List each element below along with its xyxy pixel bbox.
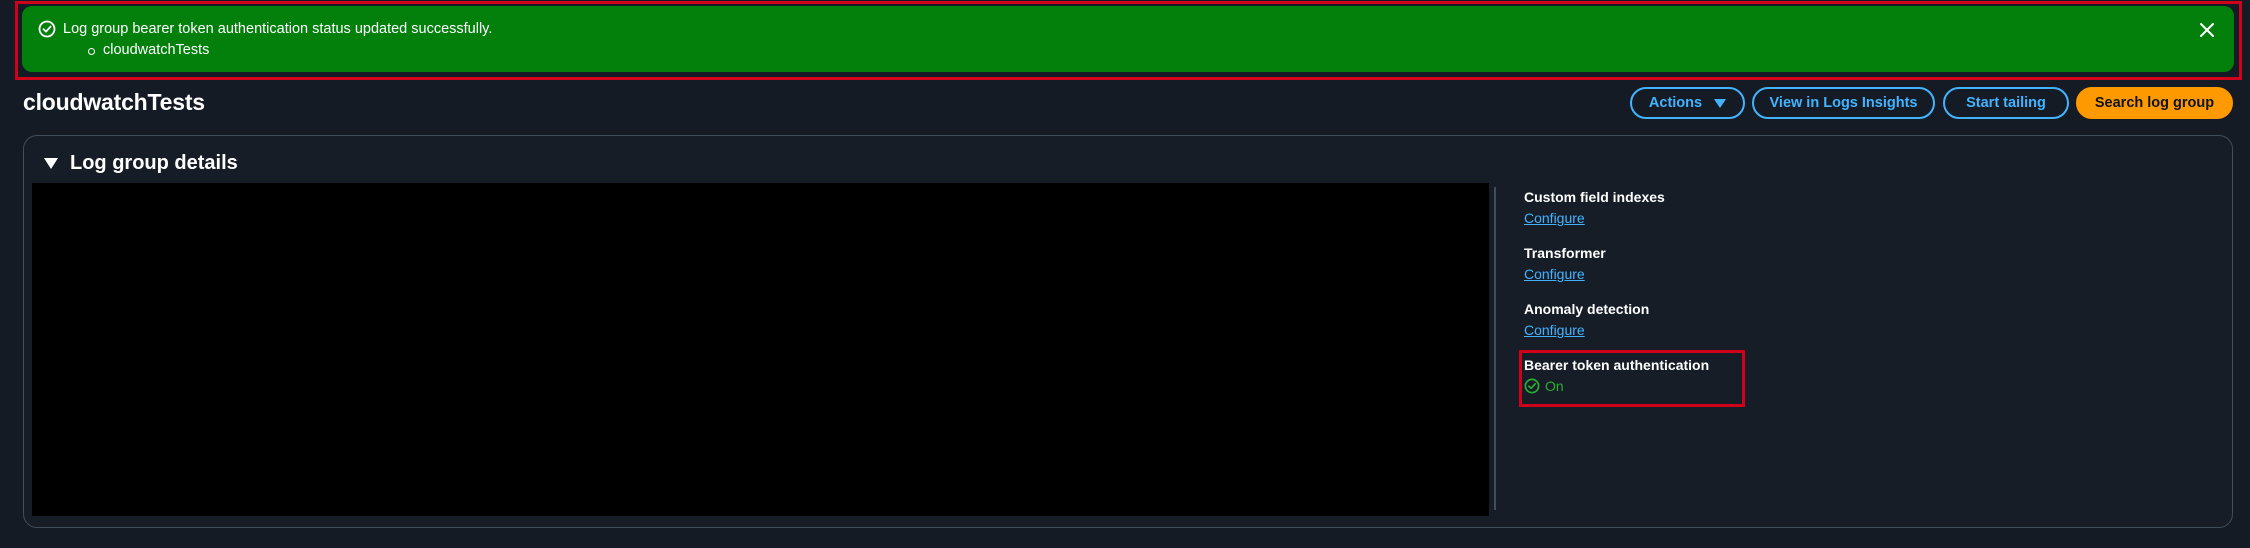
caret-down-icon: [1714, 98, 1727, 108]
actions-dropdown-button[interactable]: Actions: [1630, 87, 1745, 119]
bearer-token-authentication-field: Bearer token authentication On: [1524, 357, 1709, 394]
status-indicator: On: [1524, 378, 1709, 394]
column-divider: [1494, 187, 1496, 510]
page-title: cloudwatchTests: [23, 89, 205, 115]
configure-transformer-link[interactable]: Configure: [1524, 266, 1606, 282]
status-text: On: [1545, 378, 1564, 394]
configure-anomaly-detection-link[interactable]: Configure: [1524, 322, 1649, 338]
success-flashbar: Log group bearer token authentication st…: [22, 6, 2234, 72]
field-label: Anomaly detection: [1524, 301, 1650, 317]
flash-message: Log group bearer token authentication st…: [63, 21, 493, 37]
caret-down-icon: [44, 158, 58, 169]
field-label: Transformer: [1524, 245, 1606, 261]
field-label: Custom field indexes: [1524, 189, 1665, 205]
success-check-icon: [38, 20, 56, 38]
anomaly-detection-field: Anomaly detection Configure: [1524, 301, 1649, 338]
log-group-details-toggle[interactable]: Log group details: [44, 152, 238, 175]
flash-item-list: cloudwatchTests: [86, 42, 209, 58]
close-icon[interactable]: [2198, 21, 2216, 39]
field-label: Bearer token authentication: [1524, 357, 1710, 373]
view-in-logs-insights-button[interactable]: View in Logs Insights: [1752, 87, 1935, 119]
start-tailing-button[interactable]: Start tailing: [1943, 87, 2069, 119]
configure-custom-field-indexes-link[interactable]: Configure: [1524, 210, 1665, 226]
log-group-details-container: Log group details Custom field indexes C…: [23, 135, 2233, 528]
flash-list-item: cloudwatchTests: [86, 42, 209, 58]
details-content-panel: [32, 183, 1489, 516]
status-success-icon: [1524, 378, 1540, 394]
section-title: Log group details: [70, 152, 238, 174]
transformer-field: Transformer Configure: [1524, 245, 1606, 282]
custom-field-indexes-field: Custom field indexes Configure: [1524, 189, 1665, 226]
actions-button-label: Actions: [1648, 95, 1703, 111]
search-log-group-button[interactable]: Search log group: [2076, 87, 2233, 119]
